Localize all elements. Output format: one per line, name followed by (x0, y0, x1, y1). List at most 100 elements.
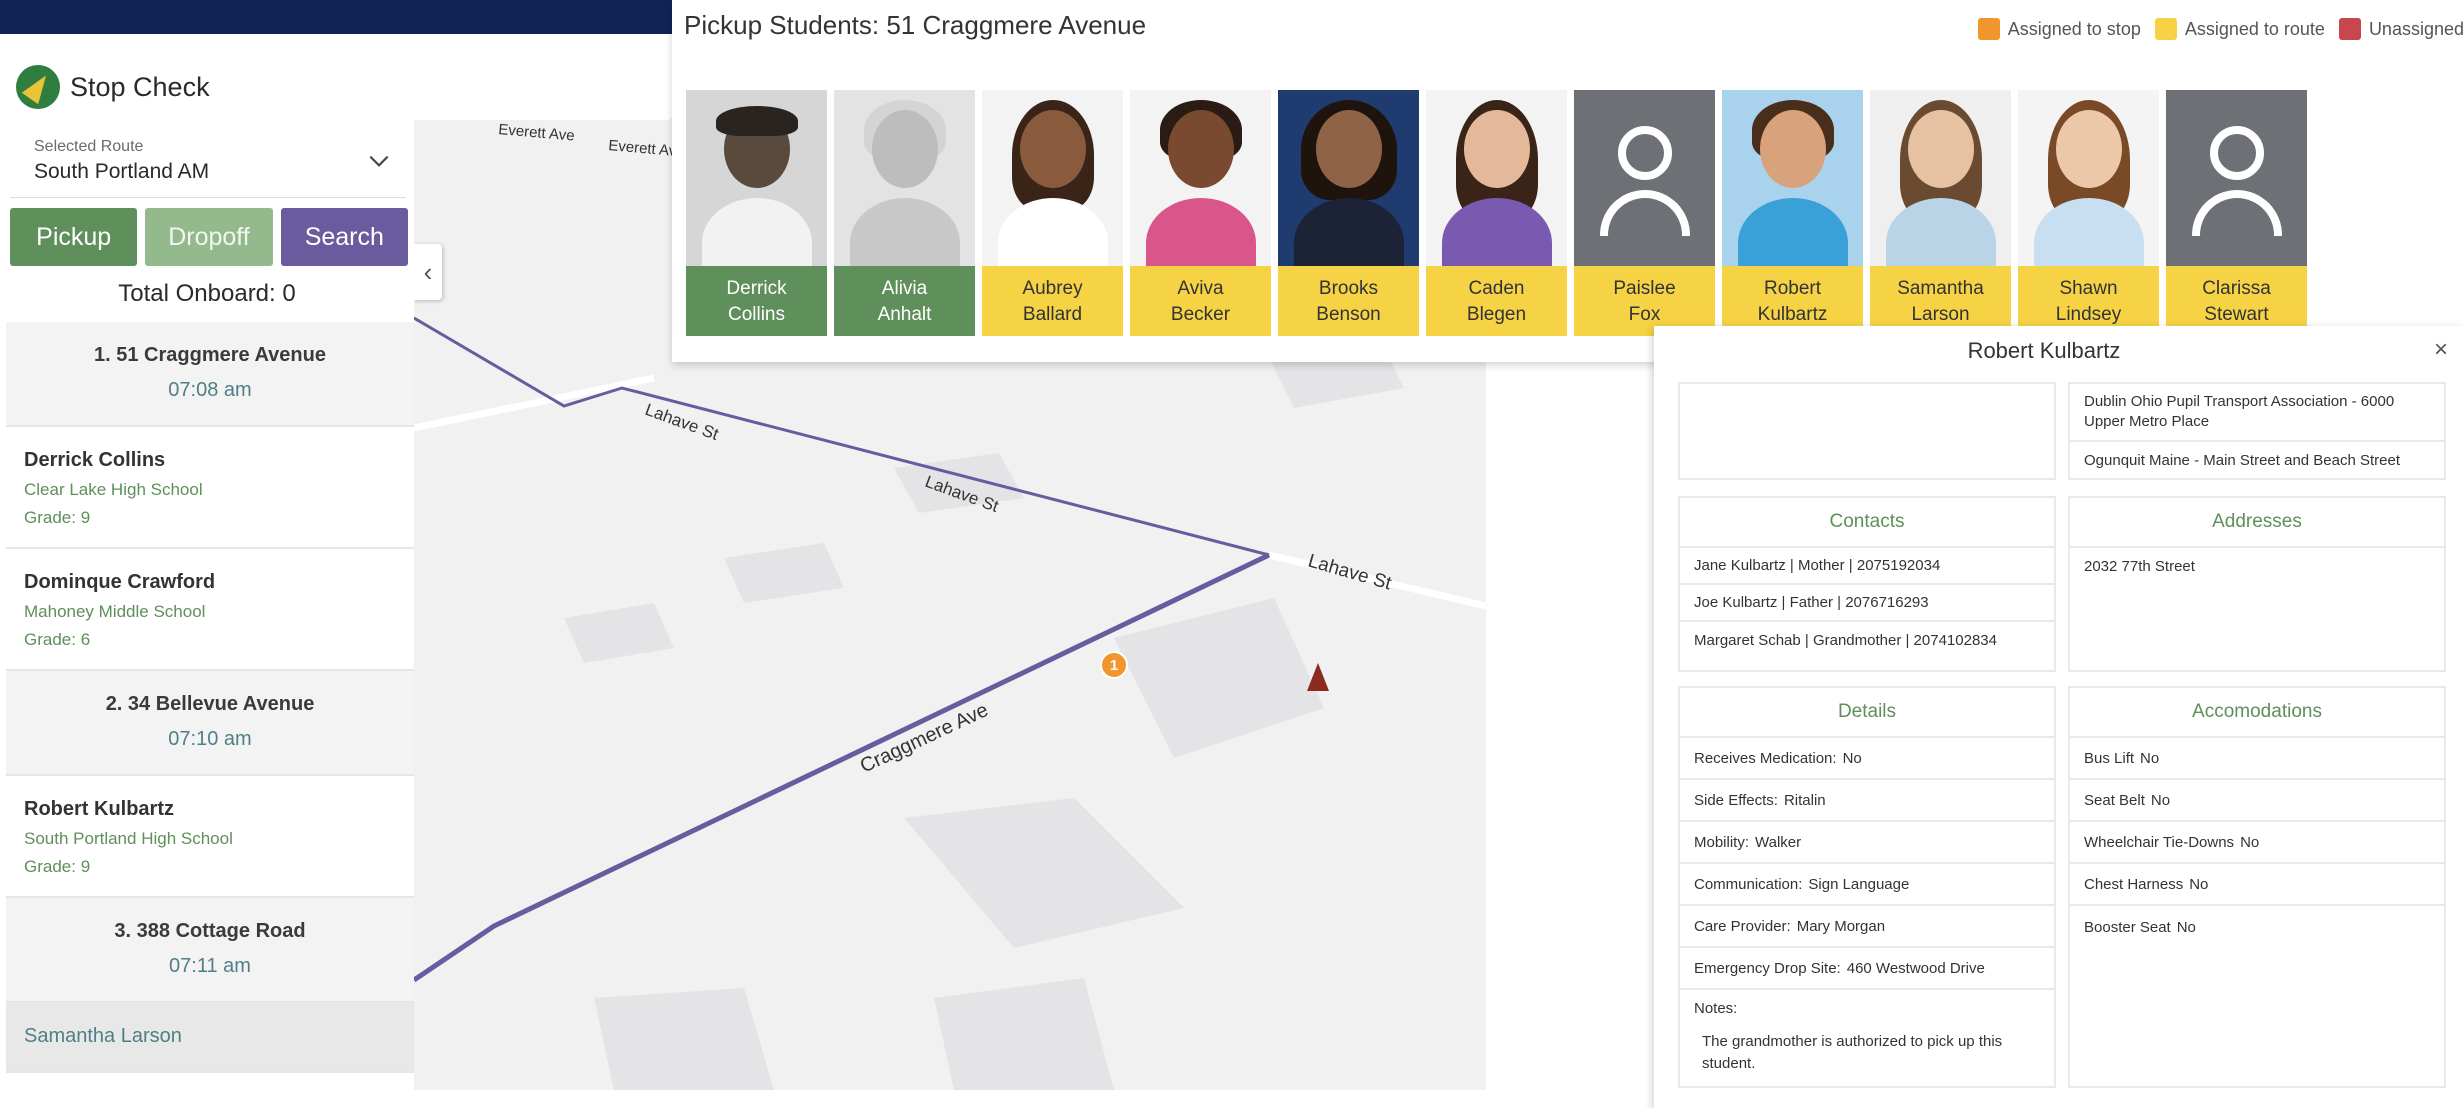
legend-label: Assigned to route (2184, 18, 2325, 39)
student-grade: Grade: 6 (24, 630, 91, 649)
student-card-list: Derrick Collins Alivia Anhalt Aubrey Ballar… (686, 90, 2307, 336)
stop-title: 3. 388 Cottage Road (114, 920, 306, 942)
close-icon[interactable]: × (2434, 336, 2448, 364)
mode-tabs: Pickup Dropoff Search (10, 208, 408, 266)
student-photo (1870, 90, 2011, 266)
student-row[interactable]: Dominque Crawford Mahoney Middle School … (6, 549, 414, 671)
accommodation-row: Seat Belt No (2070, 780, 2444, 822)
accommodation-row: Booster Seat No (2084, 918, 2196, 936)
student-card[interactable]: Robert Kulbartz (1722, 90, 1863, 336)
student-school: South Portland High School (24, 829, 233, 848)
student-photo (686, 90, 827, 266)
student-school: Mahoney Middle School (24, 602, 206, 621)
stop-entry: Dublin Ohio Pupil Transport Association … (2070, 384, 2444, 442)
chevron-left-icon: ‹ (423, 256, 433, 287)
student-row[interactable]: Robert Kulbartz South Portland High Scho… (6, 776, 414, 898)
detail-row: Care Provider: Mary Morgan (1680, 906, 2054, 948)
stop-row[interactable]: 2. 34 Bellevue Avenue 07:10 am (6, 671, 414, 776)
student-photo (1722, 90, 1863, 266)
student-grade: Grade: 9 (24, 508, 91, 527)
student-card[interactable]: Brooks Benson (1278, 90, 1419, 336)
stop-title: 2. 34 Bellevue Avenue (105, 693, 315, 715)
stop-time: 07:08 am (168, 379, 252, 401)
contact-row: Jane Kulbartz | Mother | 2075192034 (1680, 548, 2054, 585)
detail-row: Communication: Sign Language (1680, 864, 2054, 906)
user-placeholder-icon (2166, 90, 2307, 266)
student-card[interactable]: Derrick Collins (686, 90, 827, 336)
stop-time: 07:10 am (168, 728, 252, 750)
student-card[interactable]: Aviva Becker (1130, 90, 1271, 336)
contacts-box: Contacts Jane Kulbartz | Mother | 207519… (1678, 496, 2056, 672)
student-name: Derrick Collins (24, 449, 166, 471)
student-card[interactable]: Samantha Larson (1870, 90, 2011, 336)
legend-swatch-route (2154, 18, 2177, 40)
detail-row: Emergency Drop Site: 460 Westwood Drive (1680, 948, 2054, 990)
detail-title: Robert Kulbartz (1967, 338, 2121, 363)
student-card-name: Aubrey Ballard (982, 266, 1123, 336)
map-stop-marker[interactable]: 1 (1100, 651, 1128, 679)
student-detail-panel: Robert Kulbartz × Dublin Ohio Pupil Tran… (1654, 326, 2464, 1108)
legend-label: Unassigned (2368, 18, 2464, 39)
stop-list: 1. 51 Craggmere Avenue 07:08 am Derrick … (6, 322, 414, 1090)
stop-row[interactable]: 3. 388 Cottage Road 07:11 am (6, 898, 414, 1003)
stop-time: 07:11 am (169, 955, 251, 977)
total-onboard: Total Onboard: 0 (118, 280, 296, 307)
stop-row[interactable]: 1. 51 Craggmere Avenue 07:08 am (6, 322, 414, 427)
student-name: Robert Kulbartz (24, 798, 174, 820)
student-photo (834, 90, 975, 266)
student-school: Clear Lake High School (24, 480, 203, 499)
address-row: 2032 77th Street (2084, 558, 2195, 575)
student-card[interactable]: Clarissa Stewart (2166, 90, 2307, 336)
accommodations-box: Accomodations Bus Lift No Seat Belt No Whe… (2068, 686, 2446, 1088)
route-select[interactable]: Selected Route South Portland AM (10, 126, 406, 198)
accommodation-row: Bus Lift No (2070, 738, 2444, 780)
detail-row: Receives Medication: No (1680, 738, 2054, 780)
student-row[interactable]: Samantha Larson (6, 1003, 414, 1073)
student-card-name: Derrick Collins (686, 266, 827, 336)
student-card[interactable]: Aubrey Ballard (982, 90, 1123, 336)
accommodations-header: Accomodations (2070, 688, 2444, 738)
student-name: Samantha Larson (24, 1025, 182, 1047)
contact-row: Margaret Schab | Grandmother | 207410283… (1694, 632, 1997, 649)
tab-pickup[interactable]: Pickup (10, 208, 138, 266)
legend-swatch-unassigned (2338, 18, 2361, 40)
route-select-value: South Portland AM (34, 160, 210, 183)
collapse-sidebar-button[interactable]: ‹ (414, 244, 442, 300)
student-photo (982, 90, 1123, 266)
student-name: Dominque Crawford (24, 571, 216, 593)
status-legend: Assigned to stop Assigned to route Unass… (1964, 18, 2464, 40)
user-placeholder-icon (1574, 90, 1715, 266)
student-photo (1278, 90, 1419, 266)
bus-location-icon[interactable] (1307, 663, 1329, 691)
street-label-craggmere: Craggmere Ave (857, 699, 992, 778)
sidebar: Stop Check Selected Route South Portland… (0, 54, 670, 1090)
chevron-down-icon (369, 155, 389, 167)
student-row[interactable]: Derrick Collins Clear Lake High School G… (6, 427, 414, 549)
student-card[interactable]: Paislee Fox (1574, 90, 1715, 336)
detail-row: Side Effects: Ritalin (1680, 780, 2054, 822)
app-brand: Stop Check (0, 54, 670, 120)
details-box: Details Receives Medication: No Side Effe… (1678, 686, 2056, 1088)
pickup-students-panel: Pickup Students: 51 Craggmere Avenue Ass… (672, 0, 2464, 362)
notes-text: The grandmother is authorized to pick up… (1702, 1033, 2003, 1072)
tab-dropoff[interactable]: Dropoff (145, 208, 273, 266)
student-card[interactable]: Shawn Lindsey (2018, 90, 2159, 336)
notes-label: Notes: (1694, 1000, 1738, 1017)
app-logo-icon (16, 65, 60, 109)
addresses-box: Addresses 2032 77th Street (2068, 496, 2446, 672)
street-label-everett-1: Everett Ave (498, 121, 576, 145)
student-card-name: Caden Blegen (1426, 266, 1567, 336)
stop-title: 1. 51 Craggmere Avenue (94, 344, 326, 366)
student-card-name: Brooks Benson (1278, 266, 1419, 336)
detail-row: Mobility: Walker (1680, 822, 2054, 864)
notes-section: Notes: The grandmother is authorized to … (1680, 990, 2054, 1085)
tab-search[interactable]: Search (280, 208, 408, 266)
student-card-name: Alivia Anhalt (834, 266, 975, 336)
app-name: Stop Check (70, 71, 210, 102)
student-card[interactable]: Alivia Anhalt (834, 90, 975, 336)
accommodation-row: Chest Harness No (2070, 864, 2444, 906)
student-card[interactable]: Caden Blegen (1426, 90, 1567, 336)
street-label-lahave-3: Lahave St (1306, 551, 1395, 595)
student-card-name: Aviva Becker (1130, 266, 1271, 336)
stops-left-box (1678, 382, 2056, 480)
